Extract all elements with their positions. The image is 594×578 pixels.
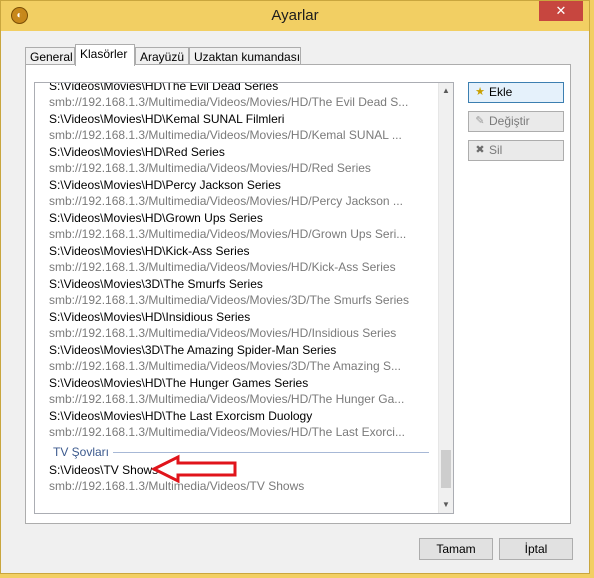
folder-entry[interactable]: S:\Videos\Movies\HD\Kick-Ass Series smb:/… <box>35 243 439 275</box>
tab-general[interactable]: General <box>25 47 75 65</box>
folders-panel: S:\Videos\Movies\HD\The Evil Dead Series… <box>25 64 571 524</box>
ok-button[interactable]: Tamam <box>419 538 493 560</box>
folder-list[interactable]: S:\Videos\Movies\HD\The Evil Dead Series… <box>34 82 454 514</box>
remove-icon: ✖ <box>475 144 485 156</box>
window-title: Ayarlar <box>271 7 319 24</box>
scroll-down-icon[interactable]: ▼ <box>439 497 453 513</box>
annotation-arrow-icon <box>151 454 237 484</box>
folder-url: smb://192.168.1.3/Multimedia/Videos/Movi… <box>49 326 397 340</box>
folder-url: smb://192.168.1.3/Multimedia/Videos/Movi… <box>49 425 405 439</box>
settings-window: ◐ Ayarlar ✕ General Klasörler Arayüzü Uz… <box>0 0 590 574</box>
group-header-label: TV Şovları <box>53 445 110 459</box>
folder-path: S:\Videos\Movies\HD\Kick-Ass Series <box>49 244 250 258</box>
folder-path: S:\Videos\Movies\3D\The Amazing Spider-M… <box>49 343 337 357</box>
folder-path: S:\Videos\Movies\HD\The Last Exorcism Du… <box>49 409 313 423</box>
folder-url: smb://192.168.1.3/Multimedia/Videos/Movi… <box>49 194 403 208</box>
folder-url: smb://192.168.1.3/Multimedia/Videos/Movi… <box>49 260 396 274</box>
folder-add-icon: ★ <box>475 86 485 98</box>
folder-entry[interactable]: S:\Videos\Movies\HD\Percy Jackson Series… <box>35 177 439 209</box>
folder-entry[interactable]: S:\Videos\Movies\3D\The Amazing Spider-M… <box>35 342 439 374</box>
add-button[interactable]: ★ Ekle <box>468 82 564 103</box>
folder-path: S:\Videos\TV Shows <box>49 463 159 477</box>
cancel-button[interactable]: İptal <box>499 538 573 560</box>
edit-icon: ✎ <box>475 115 485 127</box>
tab-remote-control[interactable]: Uzaktan kumandası <box>189 47 301 65</box>
folder-path: S:\Videos\Movies\HD\Red Series <box>49 145 225 159</box>
folder-path: S:\Videos\Movies\HD\The Evil Dead Series <box>49 82 279 93</box>
folder-url: smb://192.168.1.3/Multimedia/Videos/Movi… <box>49 359 401 373</box>
group-divider <box>113 452 429 453</box>
folder-url: smb://192.168.1.3/Multimedia/Videos/TV S… <box>49 479 305 493</box>
remove-button-label: Sil <box>489 143 503 157</box>
folder-entry[interactable]: S:\Videos\Movies\HD\Red Series smb://192.… <box>35 144 439 176</box>
folder-entry[interactable]: S:\Videos\Movies\HD\Grown Ups Series smb:… <box>35 210 439 242</box>
folder-list-content: S:\Videos\Movies\HD\The Evil Dead Series… <box>35 82 439 494</box>
folder-entry[interactable]: S:\Videos\Movies\HD\The Last Exorcism Du… <box>35 408 439 440</box>
folder-path: S:\Videos\Movies\HD\The Hunger Games Ser… <box>49 376 309 390</box>
folder-entry[interactable]: S:\Videos\Movies\HD\Insidious Series smb:… <box>35 309 439 341</box>
folder-url: smb://192.168.1.3/Multimedia/Videos/Movi… <box>49 392 405 406</box>
vertical-scrollbar[interactable]: ▲ ▼ <box>438 83 453 513</box>
change-button[interactable]: ✎ Değiştir <box>468 111 564 132</box>
folder-path: S:\Videos\Movies\HD\Percy Jackson Series <box>49 178 281 192</box>
close-button[interactable]: ✕ <box>539 1 583 21</box>
folder-url: smb://192.168.1.3/Multimedia/Videos/Movi… <box>49 128 402 142</box>
tab-interface[interactable]: Arayüzü <box>135 47 189 65</box>
folder-path: S:\Videos\Movies\HD\Kemal SUNAL Filmleri <box>49 112 285 126</box>
folder-entry[interactable]: S:\Videos\Movies\3D\The Smurfs Series smb… <box>35 276 439 308</box>
folder-entry[interactable]: S:\Videos\Movies\HD\The Hunger Games Ser… <box>35 375 439 407</box>
folder-path: S:\Videos\Movies\3D\The Smurfs Series <box>49 277 263 291</box>
tab-folders[interactable]: Klasörler <box>75 44 135 66</box>
folder-path: S:\Videos\Movies\HD\Insidious Series <box>49 310 251 324</box>
folder-entry[interactable]: S:\Videos\Movies\HD\The Evil Dead Series… <box>35 82 439 110</box>
scroll-up-icon[interactable]: ▲ <box>439 83 453 99</box>
folder-url: smb://192.168.1.3/Multimedia/Videos/Movi… <box>49 293 409 307</box>
folder-url: smb://192.168.1.3/Multimedia/Videos/Movi… <box>49 95 409 109</box>
folder-entry[interactable]: S:\Videos\Movies\HD\Kemal SUNAL Filmleri… <box>35 111 439 143</box>
folder-path: S:\Videos\Movies\HD\Grown Ups Series <box>49 211 263 225</box>
add-button-label: Ekle <box>489 85 513 99</box>
remove-button[interactable]: ✖ Sil <box>468 140 564 161</box>
title-bar[interactable]: ◐ Ayarlar ✕ <box>1 1 589 31</box>
folder-url: smb://192.168.1.3/Multimedia/Videos/Movi… <box>49 161 371 175</box>
folder-url: smb://192.168.1.3/Multimedia/Videos/Movi… <box>49 227 407 241</box>
scroll-thumb[interactable] <box>441 450 451 488</box>
change-button-label: Değiştir <box>489 114 530 128</box>
